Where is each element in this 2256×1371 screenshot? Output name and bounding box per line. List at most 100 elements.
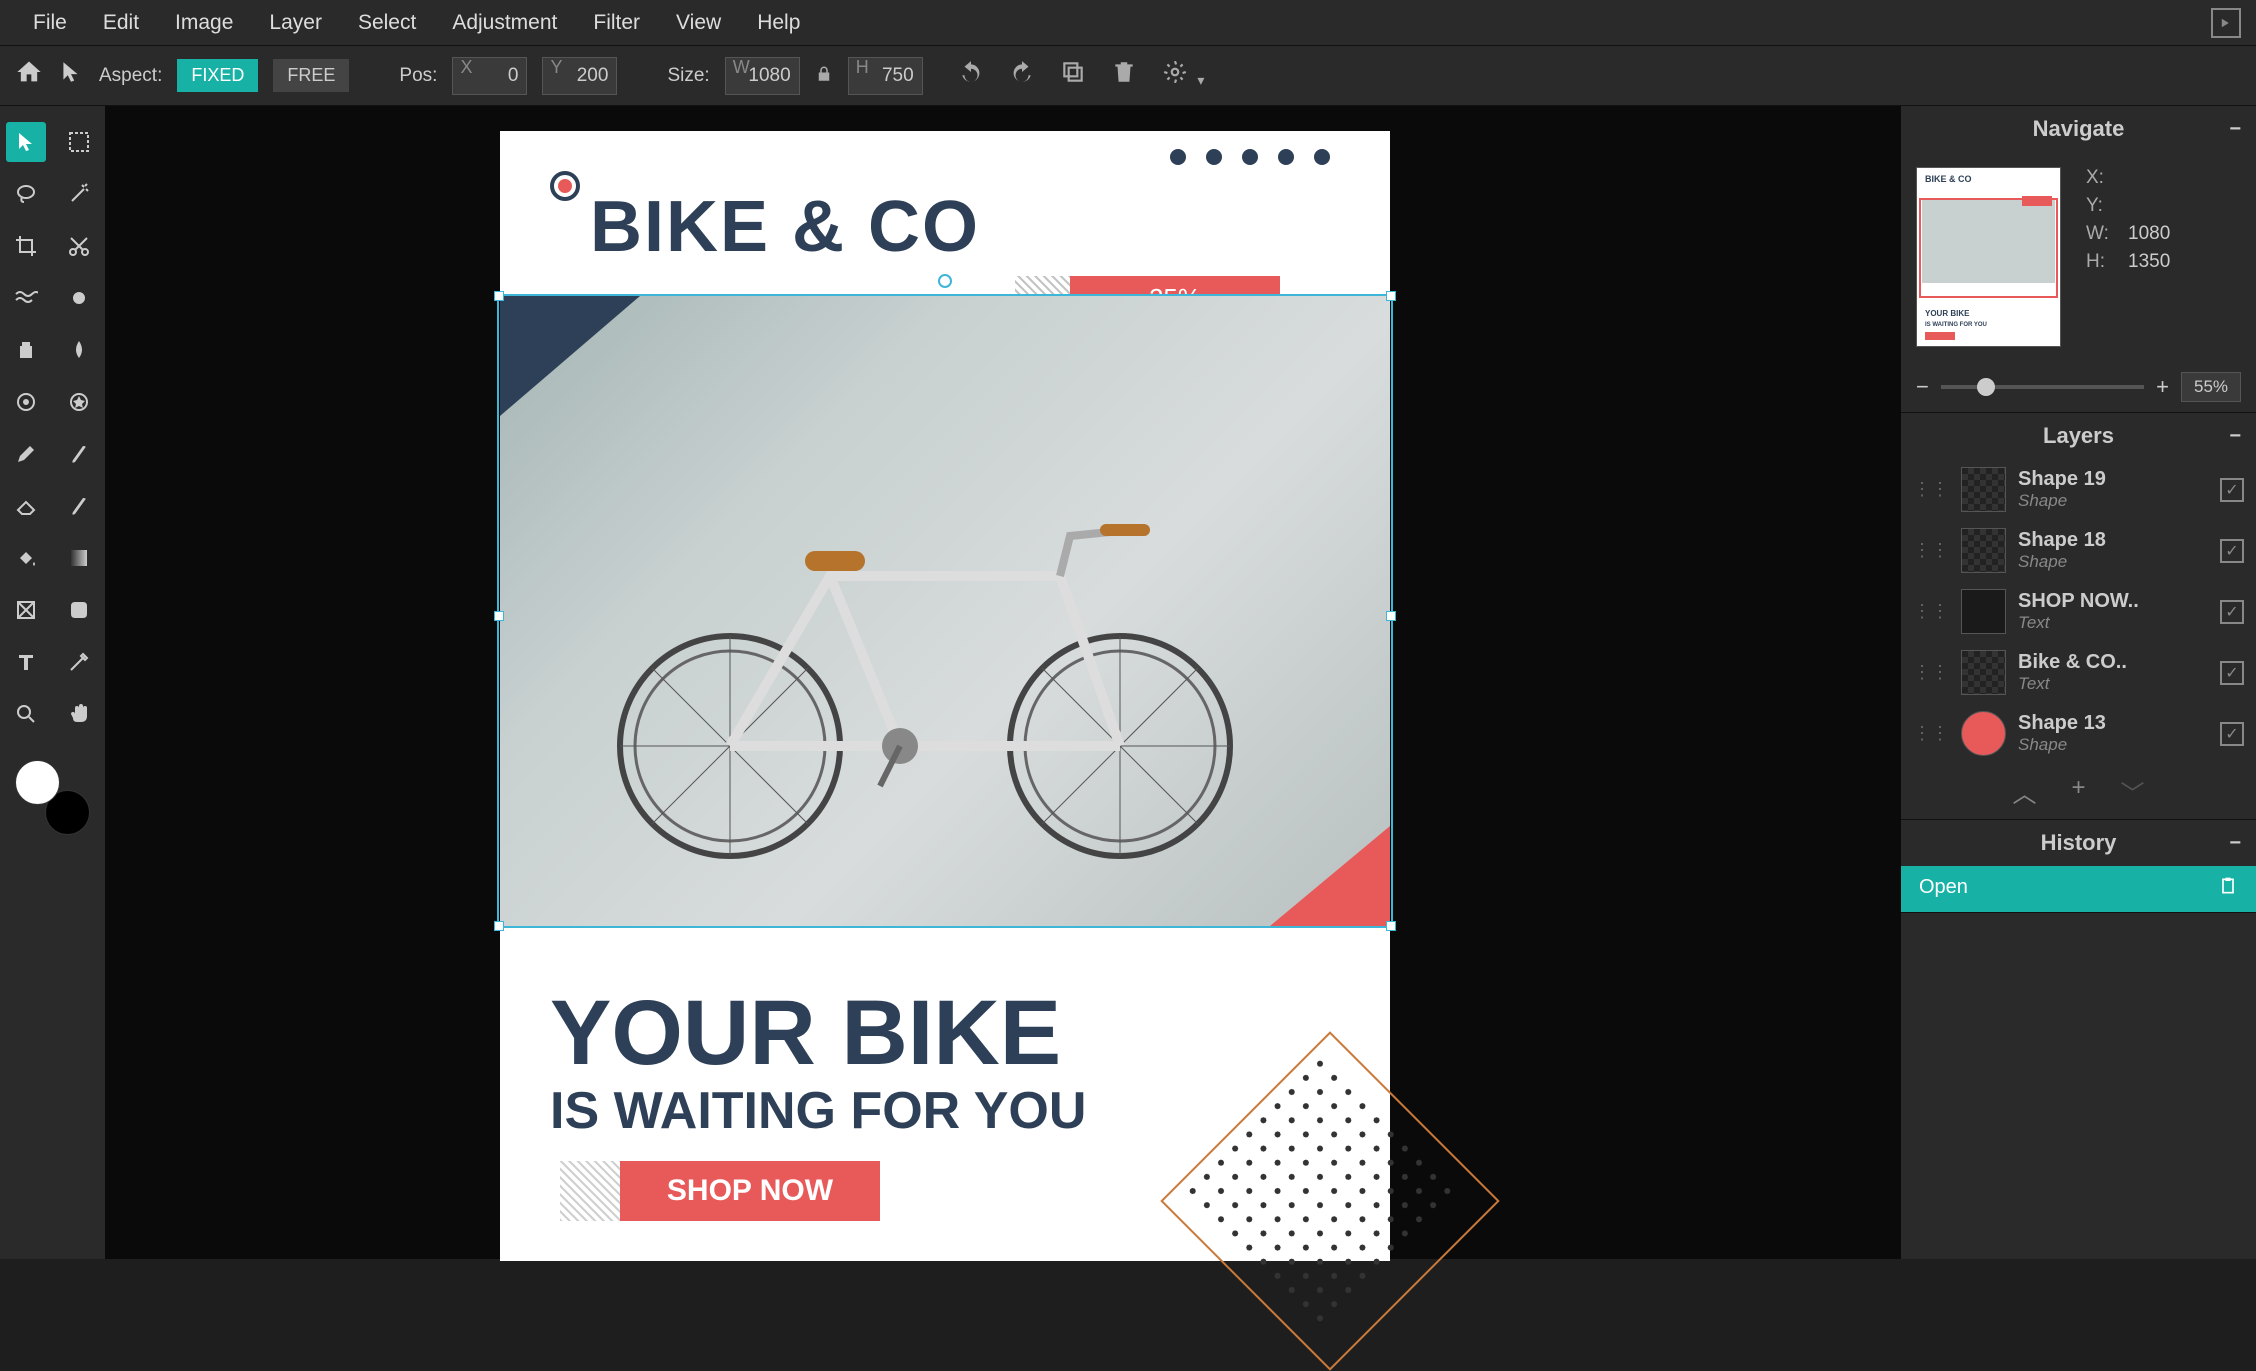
copy-icon[interactable] [1060,59,1086,92]
zoom-in-icon[interactable]: + [2156,374,2169,400]
size-h-input[interactable] [848,57,923,95]
pos-y-input[interactable] [542,57,617,95]
bucket-tool[interactable] [6,538,46,578]
move-tool[interactable] [6,122,46,162]
drag-handle-icon[interactable]: ⋮⋮ [1913,540,1949,561]
layer-thumbnail[interactable] [1961,589,2006,634]
panel-toggle-icon[interactable] [2211,8,2241,38]
redo-icon[interactable] [1009,59,1035,92]
visibility-toggle[interactable]: ✓ [2220,661,2244,685]
trash-icon[interactable] [1111,59,1137,92]
cursor-tool-icon[interactable] [58,59,84,92]
wand-tool[interactable] [59,174,99,214]
size-w-input[interactable] [725,57,800,95]
aspect-free-button[interactable]: FREE [273,59,349,92]
collapse-icon[interactable]: − [2229,832,2241,855]
sharpen-tool[interactable] [59,382,99,422]
stamp-tool[interactable] [59,590,99,630]
drag-handle-icon[interactable]: ⋮⋮ [1913,479,1949,500]
collapse-icon[interactable]: − [2229,118,2241,141]
hand-tool[interactable] [59,694,99,734]
pencil-tool[interactable] [6,434,46,474]
visibility-toggle[interactable]: ✓ [2220,478,2244,502]
navigate-title: Navigate [2033,116,2125,142]
layer-up-icon[interactable]: ︿ [2012,774,2036,809]
drag-handle-icon[interactable]: ⋮⋮ [1913,662,1949,683]
home-icon[interactable] [15,58,43,93]
liquify-tool[interactable] [6,278,46,318]
cut-tool[interactable] [59,226,99,266]
menu-select[interactable]: Select [340,11,434,35]
layer-thumbnail[interactable] [1961,711,2006,756]
marquee-tool[interactable] [59,122,99,162]
navigator-thumbnail[interactable]: BIKE & CO YOUR BIKE IS WAITING FOR YOU [1916,167,2061,347]
brush-tool[interactable] [59,434,99,474]
layer-thumbnail[interactable] [1961,467,2006,512]
gear-icon[interactable]: ▾ [1162,59,1205,92]
menu-file[interactable]: File [15,11,85,35]
brand-text: BIKE & CO [590,186,980,268]
nav-w-value: 1080 [2128,223,2170,245]
layer-row[interactable]: ⋮⋮ Shape 19Shape ✓ [1901,459,2256,520]
zoom-tool[interactable] [6,694,46,734]
text-tool[interactable] [6,642,46,682]
pos-x-input[interactable] [452,57,527,95]
canvas-document[interactable]: BIKE & CO 25% discount [500,131,1390,1261]
nav-h-label: H: [2086,251,2116,273]
visibility-toggle[interactable]: ✓ [2220,722,2244,746]
menu-help[interactable]: Help [739,11,818,35]
drag-handle-icon[interactable]: ⋮⋮ [1913,601,1949,622]
lasso-tool[interactable] [6,174,46,214]
add-layer-icon[interactable]: + [2071,774,2085,809]
menu-image[interactable]: Image [157,11,251,35]
layers-title: Layers [2043,423,2114,449]
color-swatches[interactable] [15,760,90,835]
layer-type: Text [2018,674,2208,694]
dot-diamond-decoration [1179,1050,1462,1333]
layer-thumbnail[interactable] [1961,650,2006,695]
logo-icon [550,171,580,201]
foreground-color-swatch[interactable] [15,760,60,805]
blur-tool[interactable] [59,330,99,370]
eyedropper-tool[interactable] [59,642,99,682]
shape-tool[interactable] [6,590,46,630]
zoom-out-icon[interactable]: − [1916,374,1929,400]
aspect-fixed-button[interactable]: FIXED [177,59,258,92]
layer-row[interactable]: ⋮⋮ Shape 18Shape ✓ [1901,520,2256,581]
heal-tool[interactable] [59,278,99,318]
clone-tool[interactable] [6,330,46,370]
undo-icon[interactable] [958,59,984,92]
menu-edit[interactable]: Edit [85,11,157,35]
lock-aspect-icon[interactable] [815,62,833,90]
layer-thumbnail[interactable] [1961,528,2006,573]
menu-adjustment[interactable]: Adjustment [434,11,575,35]
layers-header[interactable]: Layers − [1901,413,2256,459]
zoom-input[interactable] [2181,372,2241,402]
history-item[interactable]: Open [1901,866,2256,912]
crop-tool[interactable] [6,226,46,266]
layers-panel: Layers − ⋮⋮ Shape 19Shape ✓ ⋮⋮ Shape 18S… [1901,413,2256,820]
gradient-tool[interactable] [59,538,99,578]
history-title: History [2041,830,2117,856]
fill-tool[interactable] [59,486,99,526]
layer-type: Shape [2018,735,2208,755]
visibility-toggle[interactable]: ✓ [2220,600,2244,624]
navigate-header[interactable]: Navigate − [1901,106,2256,152]
menu-view[interactable]: View [658,11,739,35]
clipboard-icon [2218,876,2238,902]
layer-row[interactable]: ⋮⋮ SHOP NOW..Text ✓ [1901,581,2256,642]
drag-handle-icon[interactable]: ⋮⋮ [1913,723,1949,744]
layer-row[interactable]: ⋮⋮ Bike & CO..Text ✓ [1901,642,2256,703]
canvas-area[interactable]: BIKE & CO 25% discount [105,106,1901,1259]
rotate-handle[interactable] [938,274,952,288]
layer-down-icon[interactable]: ﹀ [2121,774,2145,809]
collapse-icon[interactable]: − [2229,425,2241,448]
layer-row[interactable]: ⋮⋮ Shape 13Shape ✓ [1901,703,2256,764]
menu-layer[interactable]: Layer [251,11,340,35]
menu-filter[interactable]: Filter [575,11,658,35]
history-header[interactable]: History − [1901,820,2256,866]
eraser-tool[interactable] [6,486,46,526]
zoom-slider[interactable] [1941,385,2144,389]
visibility-toggle[interactable]: ✓ [2220,539,2244,563]
sponge-tool[interactable] [6,382,46,422]
